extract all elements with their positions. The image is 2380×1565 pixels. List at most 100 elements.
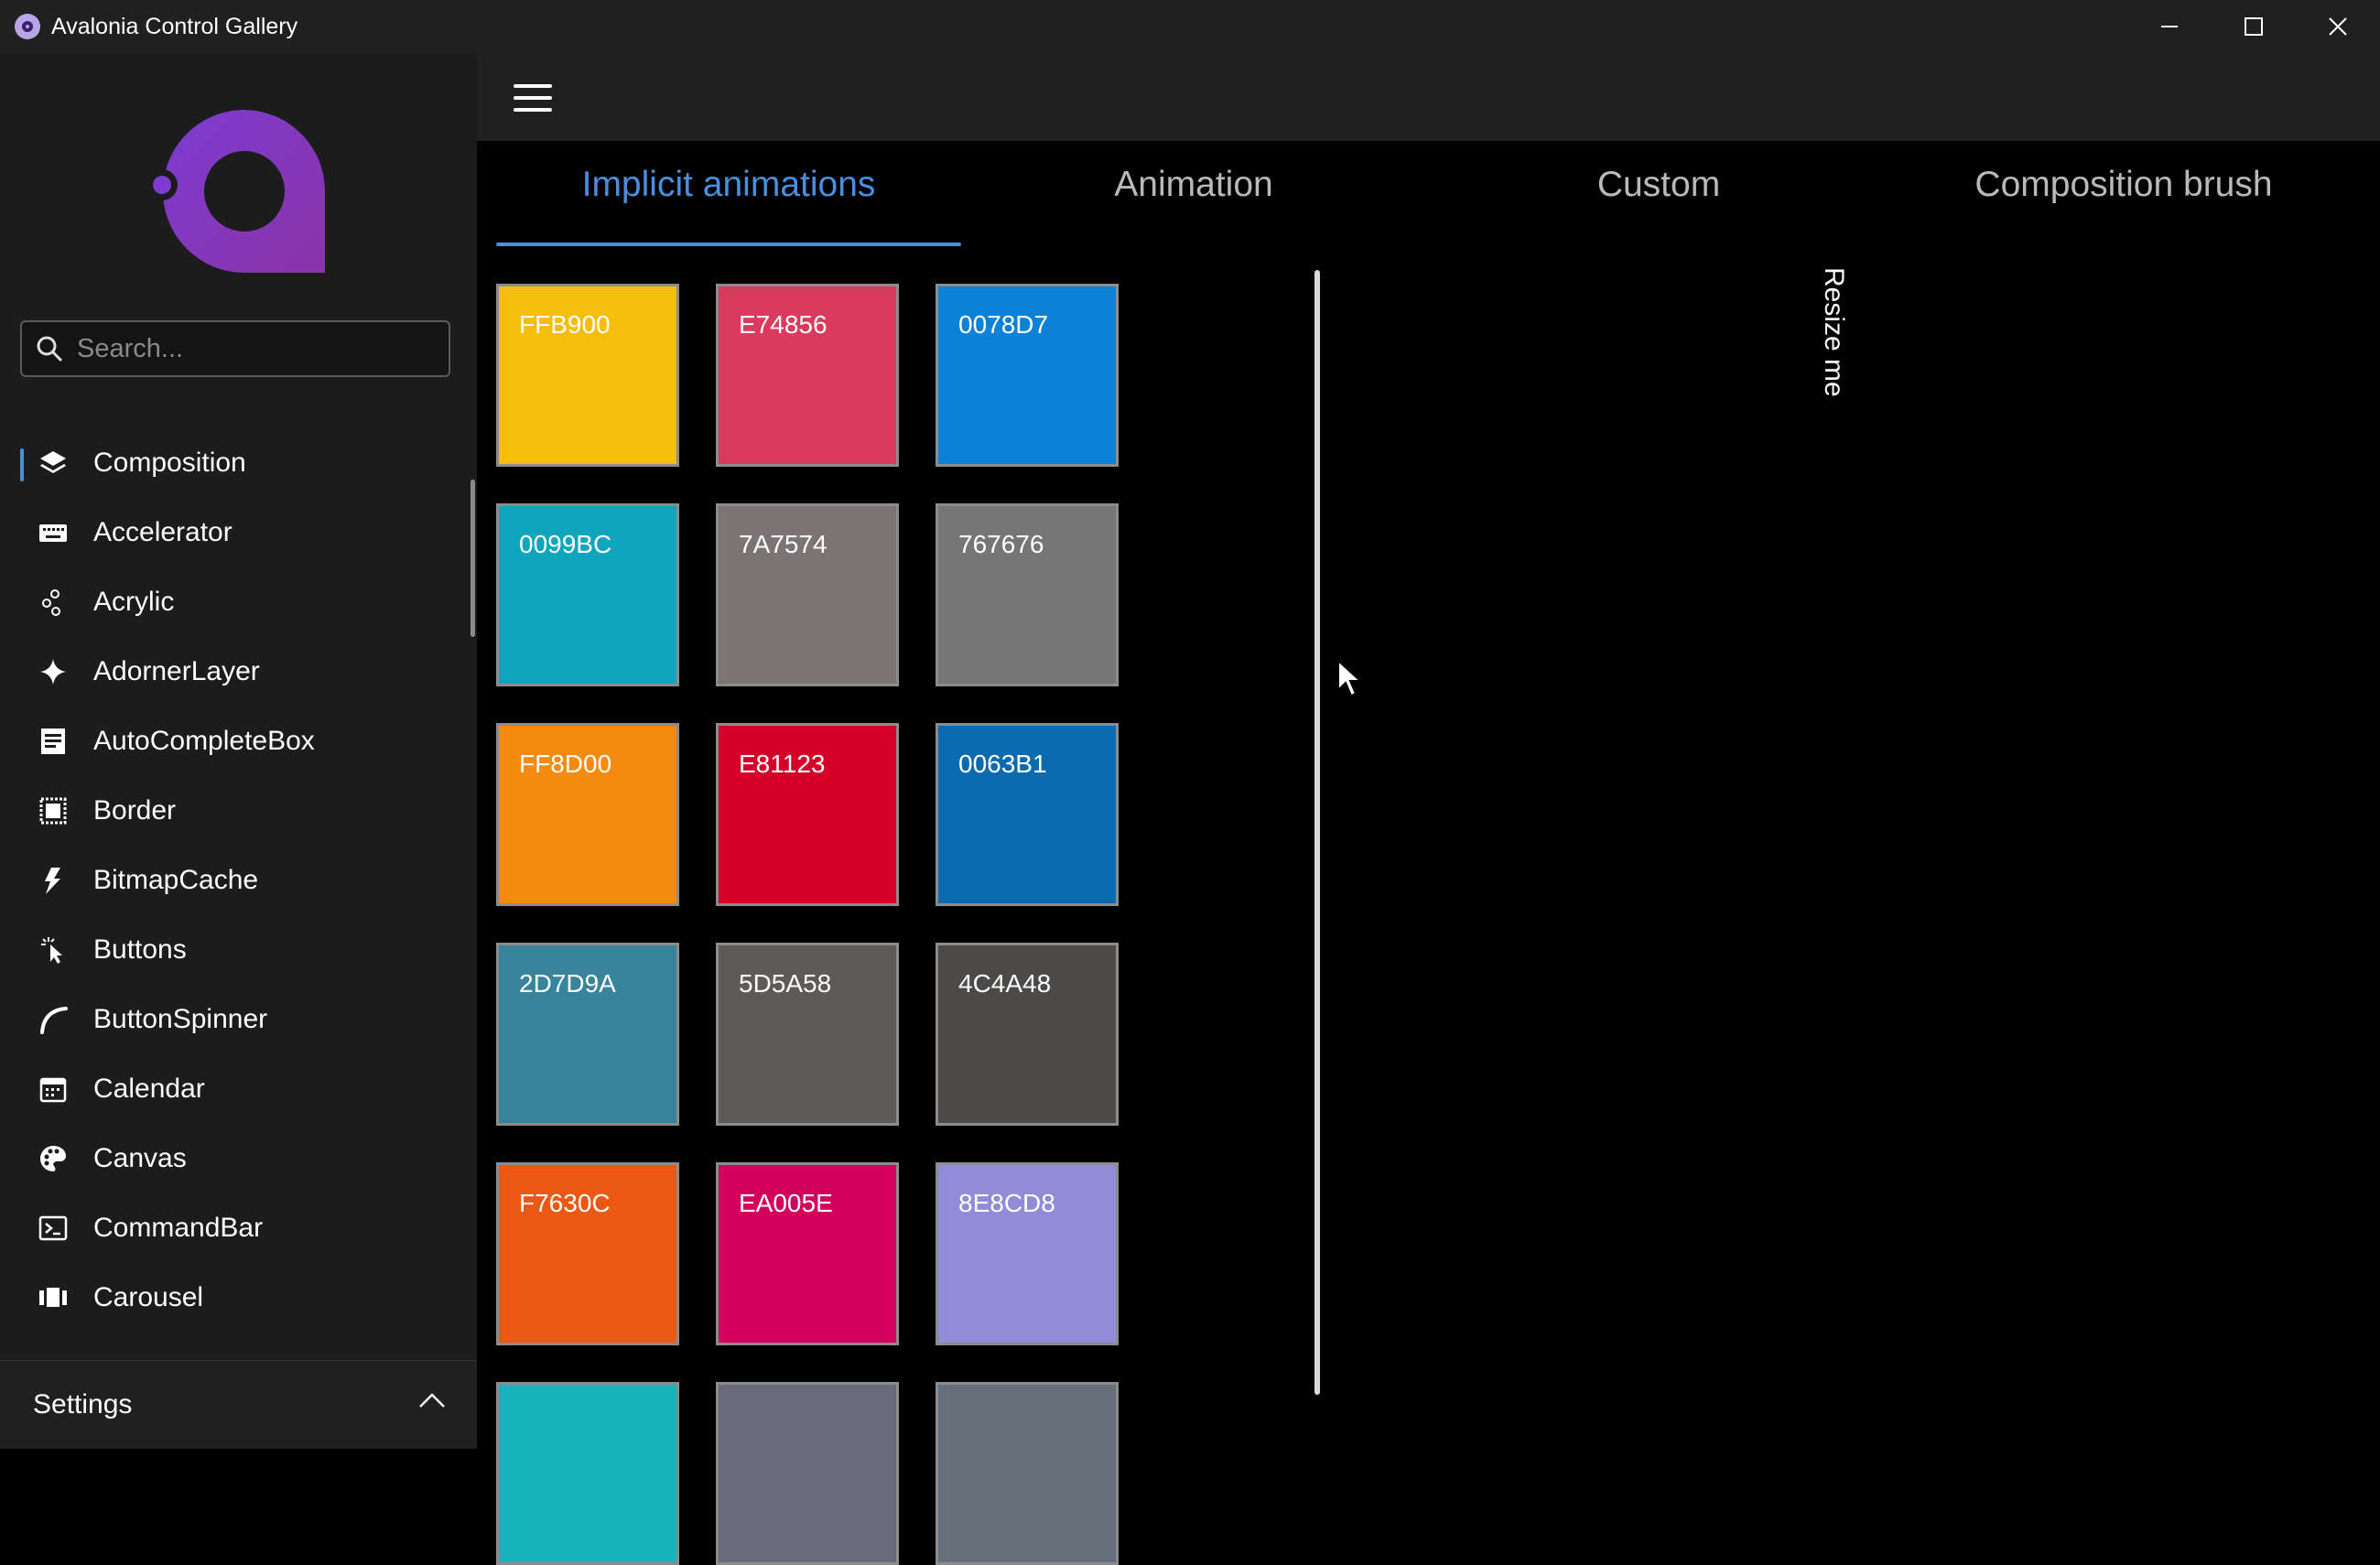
cursor-click-icon (37, 934, 70, 966)
tab-label: Animation (1114, 165, 1273, 204)
sidebar-item-label: AdornerLayer (93, 656, 260, 686)
sidebar-item-acrylic[interactable]: Acrylic (0, 567, 477, 637)
color-swatch[interactable]: E81123 (716, 723, 899, 906)
layers-icon (37, 447, 70, 480)
swatch-label: EA005E (739, 1189, 833, 1217)
window-title: Avalonia Control Gallery (51, 13, 298, 39)
swatch-label: 2D7D9A (519, 969, 616, 998)
color-swatch[interactable]: 767676 (936, 503, 1119, 686)
sidebar-item-commandbar[interactable]: CommandBar (0, 1193, 477, 1263)
settings-expander[interactable]: Settings (0, 1360, 477, 1449)
bubbles-icon (37, 586, 70, 619)
color-swatch[interactable]: 0099BC (496, 503, 679, 686)
swatch-label: E74856 (739, 310, 828, 339)
tab-implicit-animations[interactable]: Implicit animations (496, 165, 961, 247)
sidebar-item-border[interactable]: Border (0, 776, 477, 846)
sidebar-item-label: Buttons (93, 934, 187, 965)
swatch-label: F7630C (519, 1189, 611, 1217)
sparkle-icon (37, 655, 70, 688)
swatch-label: 0099BC (519, 530, 612, 558)
sidebar-item-carousel[interactable]: Carousel (0, 1263, 477, 1307)
grid-splitter[interactable] (1314, 270, 1320, 1395)
color-swatch[interactable]: FFB900 (496, 284, 679, 467)
carousel-icon (37, 1281, 70, 1307)
arc-icon (37, 1003, 70, 1036)
sidebar-item-accelerator[interactable]: Accelerator (0, 498, 477, 567)
active-tab-indicator (496, 243, 961, 246)
settings-label: Settings (33, 1389, 133, 1419)
sidebar-item-composition[interactable]: Composition (0, 428, 477, 498)
swatch-label: 0078D7 (958, 310, 1049, 339)
sidebar-item-label: Acrylic (93, 587, 175, 617)
document-icon (37, 725, 70, 758)
sidebar-item-label: ButtonSpinner (93, 1004, 268, 1034)
sidebar-item-canvas[interactable]: Canvas (0, 1124, 477, 1193)
sidebar-item-buttons[interactable]: Buttons (0, 915, 477, 985)
calendar-icon (37, 1073, 70, 1106)
sidebar-item-autocompletebox[interactable]: AutoCompleteBox (0, 707, 477, 776)
color-swatch[interactable]: 0063B1 (936, 723, 1119, 906)
sidebar-item-label: Canvas (93, 1143, 187, 1173)
color-swatch[interactable]: 4C4A48 (936, 943, 1119, 1126)
minimize-icon (2161, 26, 2178, 27)
tab-label: Custom (1596, 165, 1721, 204)
mouse-cursor-icon (1337, 659, 1363, 697)
sidebar-scrollbar[interactable] (471, 480, 475, 637)
search-input[interactable] (75, 332, 449, 365)
search-box[interactable] (20, 320, 450, 377)
swatch-label: 8E8CD8 (958, 1189, 1055, 1217)
color-swatch[interactable]: 5D5A58 (716, 943, 899, 1126)
flash-icon (37, 864, 70, 897)
sidebar-item-label: Border (93, 795, 177, 826)
border-icon (37, 794, 70, 827)
color-swatch-partial[interactable] (936, 1382, 1119, 1565)
color-swatch[interactable]: FF8D00 (496, 723, 679, 906)
tab-composition-brush[interactable]: Composition brush (1891, 165, 2356, 247)
title-bar: Avalonia Control Gallery (0, 0, 2380, 53)
tab-animation[interactable]: Animation (961, 165, 1426, 247)
minimize-button[interactable] (2127, 0, 2212, 53)
color-swatch[interactable]: 7A7574 (716, 503, 899, 686)
sidebar-item-label: AutoCompleteBox (93, 726, 315, 756)
swatch-label: FFB900 (519, 310, 611, 339)
color-swatch[interactable]: 2D7D9A (496, 943, 679, 1126)
sidebar-item-adornerlayer[interactable]: AdornerLayer (0, 637, 477, 707)
tab-label: Implicit animations (581, 165, 876, 204)
maximize-icon (2245, 17, 2263, 36)
swatch-label: 7A7574 (739, 530, 828, 558)
tab-label: Composition brush (1974, 165, 2273, 204)
swatch-label: E81123 (739, 750, 826, 778)
color-swatch-partial[interactable] (716, 1382, 899, 1565)
sidebar-item-label: Calendar (93, 1074, 205, 1104)
terminal-icon (37, 1212, 70, 1245)
hamburger-menu-icon[interactable] (514, 84, 552, 112)
close-icon (2329, 17, 2347, 36)
color-swatch[interactable]: F7630C (496, 1162, 679, 1345)
sidebar-item-buttonspinner[interactable]: ButtonSpinner (0, 985, 477, 1054)
sidebar-item-label: Carousel (93, 1282, 204, 1307)
close-button[interactable] (2296, 0, 2380, 53)
nav-list: Composition Accelerator Acrylic AdornerL… (0, 428, 477, 1307)
tab-custom[interactable]: Custom (1426, 165, 1891, 247)
color-swatch[interactable]: 8E8CD8 (936, 1162, 1119, 1345)
sidebar: Composition Accelerator Acrylic AdornerL… (0, 53, 477, 1449)
sidebar-item-label: CommandBar (93, 1213, 264, 1243)
palette-icon (37, 1142, 70, 1175)
sidebar-item-bitmapcache[interactable]: BitmapCache (0, 846, 477, 915)
sidebar-item-calendar[interactable]: Calendar (0, 1054, 477, 1124)
color-swatch-partial[interactable] (496, 1382, 679, 1565)
keyboard-icon (37, 516, 70, 549)
sidebar-item-label: BitmapCache (93, 865, 259, 895)
sidebar-item-label: Accelerator (93, 517, 233, 547)
swatch-label: FF8D00 (519, 750, 612, 778)
color-swatch[interactable]: E74856 (716, 284, 899, 467)
color-swatch[interactable]: 0078D7 (936, 284, 1119, 467)
maximize-button[interactable] (2212, 0, 2296, 53)
window-controls (2127, 0, 2380, 53)
sidebar-item-label: Composition (93, 448, 246, 478)
color-swatch[interactable]: EA005E (716, 1162, 899, 1345)
search-icon (37, 336, 63, 362)
swatch-label: 5D5A58 (739, 969, 832, 998)
avalonia-logo (146, 110, 325, 273)
tab-strip: Implicit animations Animation Custom Com… (496, 165, 2373, 247)
